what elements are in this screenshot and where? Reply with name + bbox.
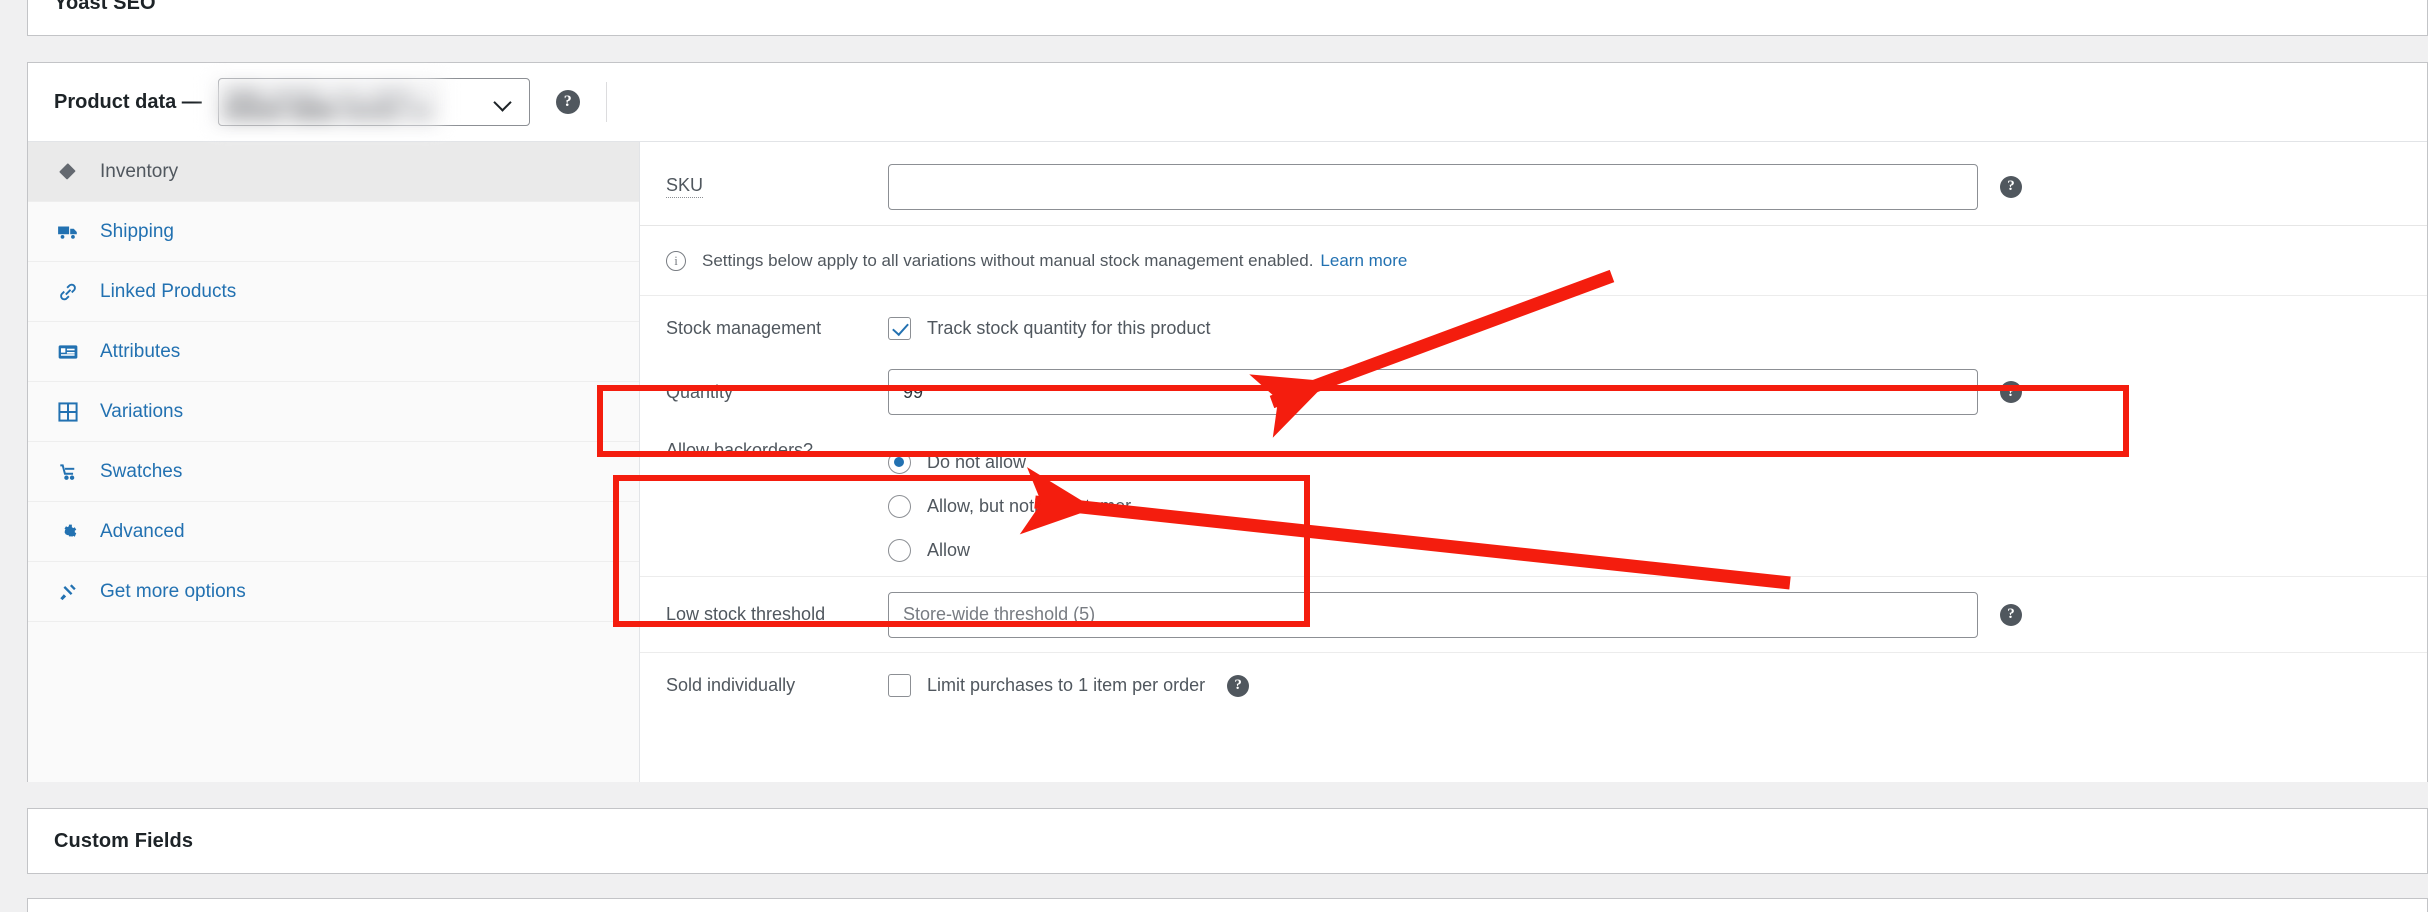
sidebar-item-attributes[interactable]: Attributes — [28, 322, 639, 382]
sidebar-item-get-more-options[interactable]: Get more options — [28, 562, 639, 622]
yoast-seo-panel-title: Yoast SEO — [54, 0, 156, 15]
sold-individually-help-icon[interactable]: ? — [1227, 675, 1249, 697]
product-data-header: Product data — ? — [28, 63, 2427, 142]
gear-icon — [54, 520, 82, 544]
sku-label: SKU — [666, 175, 703, 198]
list-card-icon — [54, 340, 82, 364]
truck-icon — [54, 220, 82, 244]
inventory-panel: SKU ? i Settings below apply to all vari… — [640, 142, 2427, 782]
plugin-icon — [54, 580, 82, 604]
grid-icon — [54, 400, 82, 424]
sold-individually-label-cell: Sold individually — [666, 675, 888, 696]
sku-input[interactable] — [888, 164, 1978, 210]
sidebar-item-swatches[interactable]: Swatches — [28, 442, 639, 502]
backorders-highlight-box — [613, 475, 1310, 627]
bottom-panel-stub — [27, 898, 2428, 912]
product-data-title: Product data — — [54, 91, 202, 114]
sidebar-item-shipping[interactable]: Shipping — [28, 202, 639, 262]
link-icon — [54, 280, 82, 304]
sidebar-item-advanced[interactable]: Advanced — [28, 502, 639, 562]
track-stock-checkbox[interactable] — [888, 317, 911, 340]
sidebar-item-label: Get more options — [100, 582, 246, 601]
sidebar-item-label: Attributes — [100, 342, 180, 361]
product-type-select-wrap[interactable] — [218, 78, 530, 126]
sold-individually-checkbox-label: Limit purchases to 1 item per order — [927, 675, 1205, 696]
sidebar-item-label: Swatches — [100, 462, 182, 481]
header-divider — [606, 82, 607, 122]
stock-management-row: Stock management Track stock quantity fo… — [640, 296, 2427, 360]
sidebar-item-linked-products[interactable]: Linked Products — [28, 262, 639, 322]
sold-individually-checkbox[interactable] — [888, 674, 911, 697]
info-icon: i — [666, 251, 686, 271]
track-stock-checkbox-label: Track stock quantity for this product — [927, 318, 1210, 339]
sidebar-item-inventory[interactable]: Inventory — [28, 142, 639, 202]
sidebar-item-label: Linked Products — [100, 282, 236, 301]
product-data-body: Inventory Shipping Linked Products — [28, 142, 2427, 782]
tag-icon — [54, 160, 82, 184]
low-stock-threshold-help-icon[interactable]: ? — [2000, 604, 2022, 626]
custom-fields-panel-title: Custom Fields — [54, 830, 193, 853]
stock-management-label-cell: Stock management — [666, 318, 888, 339]
sold-individually-label: Sold individually — [666, 675, 795, 695]
chevron-down-icon — [495, 94, 511, 110]
product-type-help-icon[interactable]: ? — [556, 90, 580, 114]
sidebar-item-variations[interactable]: Variations — [28, 382, 639, 442]
yoast-seo-panel: Yoast SEO — [27, 0, 2428, 36]
sidebar-item-label: Variations — [100, 402, 183, 421]
learn-more-link[interactable]: Learn more — [1320, 251, 1407, 271]
product-type-select[interactable] — [218, 78, 530, 126]
sidebar-item-label: Advanced — [100, 522, 185, 541]
swatch-cart-icon — [54, 460, 82, 484]
sidebar-item-label: Inventory — [100, 162, 178, 181]
sold-individually-row: Sold individually Limit purchases to 1 i… — [640, 652, 2427, 718]
sku-help-icon[interactable]: ? — [2000, 176, 2022, 198]
stock-management-label: Stock management — [666, 318, 821, 338]
notice-text: Settings below apply to all variations w… — [702, 251, 1313, 271]
product-data-tabs: Inventory Shipping Linked Products — [28, 142, 640, 782]
quantity-highlight-box — [597, 385, 2129, 457]
screen-root: Yoast SEO Product data — ? — [0, 0, 2428, 912]
custom-fields-panel: Custom Fields — [27, 808, 2428, 874]
sku-row: SKU ? — [640, 142, 2427, 226]
variations-stock-notice: i Settings below apply to all variations… — [640, 226, 2427, 296]
sku-label-cell: SKU — [666, 175, 888, 198]
sidebar-item-label: Shipping — [100, 222, 174, 241]
